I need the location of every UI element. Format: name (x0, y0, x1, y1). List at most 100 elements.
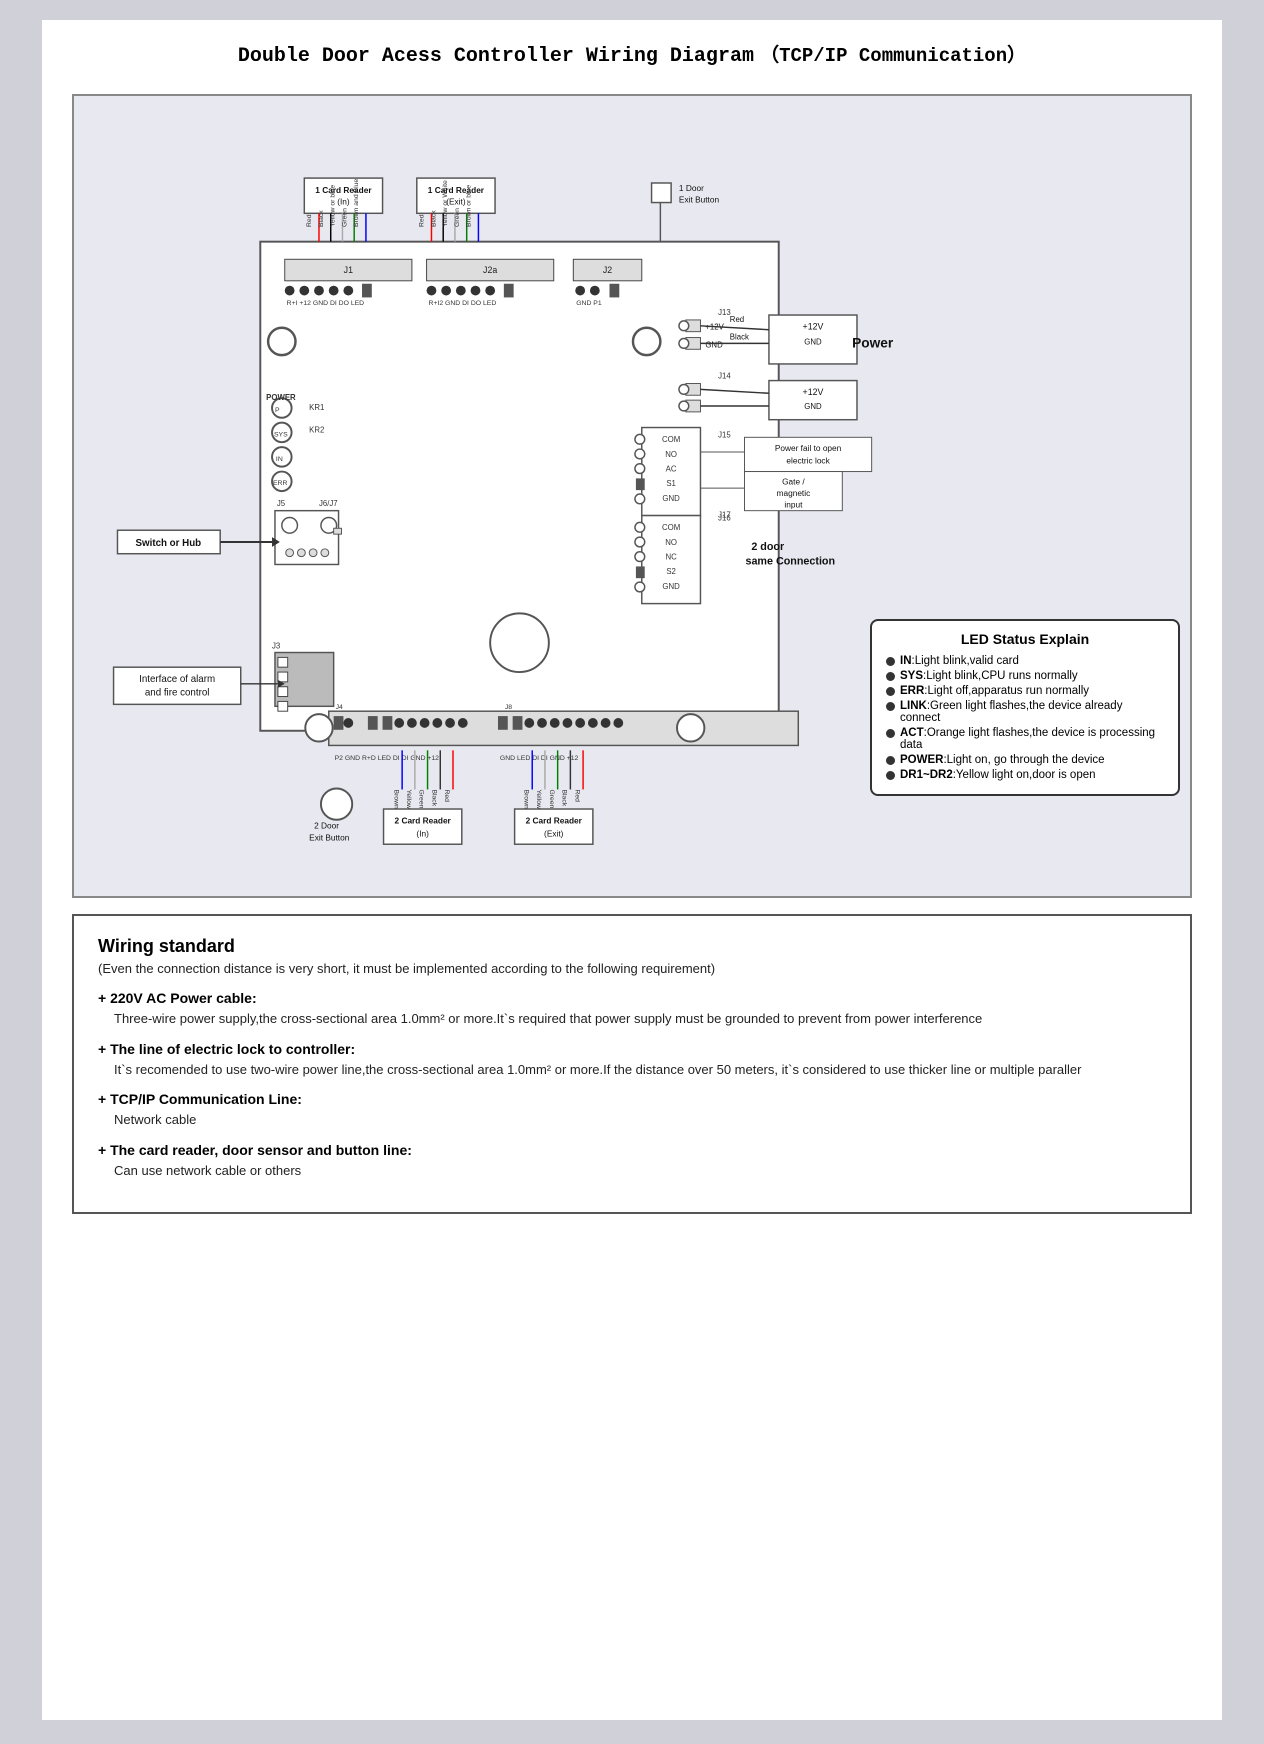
led-dot-in (886, 657, 895, 666)
svg-text:Interface of alarm: Interface of alarm (139, 674, 215, 685)
svg-text:Red: Red (306, 214, 313, 227)
svg-text:Red: Red (443, 789, 450, 802)
diagram-section: J1 R+I +12 GND DI DO LED J2a R+I2 GND (72, 94, 1192, 898)
svg-text:Yellow or White: Yellow or White (442, 180, 449, 227)
led-dot-err (886, 687, 895, 696)
led-dot-link (886, 702, 895, 711)
svg-text:COM: COM (662, 435, 680, 444)
svg-text:(Exit): (Exit) (544, 828, 564, 838)
wiring-item-header-card-reader: + The card reader, door sensor and butto… (98, 1142, 1166, 1158)
svg-text:J2a: J2a (483, 265, 497, 275)
svg-text:J14: J14 (718, 372, 731, 381)
wiring-item-body-lock: It`s recomended to use two-wire power li… (114, 1060, 1166, 1080)
svg-text:Green: Green (418, 789, 425, 808)
svg-text:SYS: SYS (274, 431, 288, 438)
led-dot-power (886, 756, 895, 765)
svg-text:J1: J1 (344, 265, 353, 275)
svg-text:Black: Black (430, 789, 437, 806)
svg-text:Exit Button: Exit Button (679, 195, 720, 205)
svg-text:Brown or blue: Brown or blue (466, 185, 473, 227)
svg-text:GND: GND (804, 337, 822, 346)
svg-text:J2: J2 (603, 265, 612, 275)
wiring-item-body-card-reader: Can use network cable or others (114, 1161, 1166, 1181)
led-dot-dr (886, 771, 895, 780)
main-title: Double Door Acess Controller Wiring Diag… (72, 40, 1192, 68)
svg-text:Black: Black (430, 210, 437, 227)
svg-text:Black: Black (318, 210, 325, 227)
svg-text:J6/J7: J6/J7 (319, 499, 338, 508)
svg-text:(Exit): (Exit) (446, 197, 466, 207)
svg-text:Brown and Blue: Brown and Blue (353, 179, 360, 227)
svg-text:GND: GND (705, 340, 723, 349)
wiring-standard-section: Wiring standard (Even the connection dis… (72, 914, 1192, 1214)
svg-text:GND P1: GND P1 (576, 300, 602, 307)
svg-text:Black: Black (730, 332, 749, 341)
svg-text:Green: Green (454, 208, 461, 227)
svg-text:J15: J15 (718, 430, 731, 439)
led-item: POWER:Light on, go through the device (886, 754, 1164, 766)
wiring-item-electric-lock: + The line of electric lock to controlle… (98, 1041, 1166, 1080)
svg-text:2 door: 2 door (751, 541, 785, 553)
svg-text:Red: Red (419, 214, 426, 227)
svg-text:NC: NC (665, 553, 677, 562)
svg-text:Yellow or blue: Yellow or blue (330, 185, 337, 227)
svg-text:Gate /: Gate / (782, 476, 805, 486)
svg-text:2 Door: 2 Door (314, 821, 339, 831)
svg-text:J3: J3 (272, 642, 280, 651)
svg-text:magnetic: magnetic (777, 488, 811, 498)
svg-text:input: input (784, 500, 803, 510)
svg-text:P: P (275, 407, 280, 414)
svg-text:GND: GND (662, 494, 680, 503)
svg-text:Power: Power (852, 335, 894, 350)
page-container: Double Door Acess Controller Wiring Diag… (42, 20, 1222, 1720)
svg-text:R+I2 GND DI DO LED: R+I2 GND DI DO LED (429, 300, 497, 307)
wiring-item-card-reader: + The card reader, door sensor and butto… (98, 1142, 1166, 1181)
wiring-item-header-tcpip: + TCP/IP Communication Line: (98, 1091, 1166, 1107)
svg-text:(In): (In) (416, 828, 429, 838)
svg-text:NO: NO (665, 538, 677, 547)
svg-text:P2 GND R+D LED DI DI GND +: P2 GND R+D LED DI DI GND +12 (335, 755, 440, 762)
led-dot-act (886, 729, 895, 738)
wiring-standard-subtitle: (Even the connection distance is very sh… (98, 961, 1166, 976)
svg-text:and fire control: and fire control (145, 688, 210, 699)
wiring-item-header-lock: + The line of electric lock to controlle… (98, 1041, 1166, 1057)
svg-text:Green: Green (548, 789, 555, 808)
wiring-standard-title: Wiring standard (98, 936, 1166, 957)
svg-text:J5: J5 (277, 499, 286, 508)
svg-text:Exit Button: Exit Button (309, 832, 350, 842)
wiring-item-power-cable: + 220V AC Power cable: Three-wire power … (98, 990, 1166, 1029)
svg-text:AC: AC (666, 465, 677, 474)
svg-text:electric lock: electric lock (786, 456, 830, 466)
svg-text:(In): (In) (337, 197, 350, 207)
svg-text:J4: J4 (336, 704, 343, 711)
svg-text:POWER: POWER (266, 393, 296, 402)
svg-text:+12V: +12V (803, 322, 824, 332)
svg-text:S2: S2 (666, 567, 676, 576)
svg-text:J13: J13 (718, 308, 731, 317)
led-item: DR1~DR2:Yellow light on,door is open (886, 769, 1164, 781)
led-item: ERR:Light off,apparatus run normally (886, 685, 1164, 697)
svg-text:ERR: ERR (273, 480, 287, 487)
led-status-title: LED Status Explain (886, 631, 1164, 647)
led-dot-sys (886, 672, 895, 681)
svg-text:Power fail to open: Power fail to open (775, 443, 842, 453)
svg-text:Green: Green (341, 208, 348, 227)
svg-text:NO: NO (665, 450, 677, 459)
wiring-item-header-power: + 220V AC Power cable: (98, 990, 1166, 1006)
led-status-box: LED Status Explain IN:Light blink,valid … (870, 619, 1180, 796)
svg-text:GND: GND (804, 402, 822, 411)
svg-text:Red: Red (730, 315, 744, 324)
svg-text:GND LED DI DI GND +12: GND LED DI DI GND +12 (500, 755, 579, 762)
svg-text:KR1: KR1 (309, 403, 324, 412)
svg-text:R+I +12 GND DI DO LED: R+I +12 GND DI DO LED (287, 300, 364, 307)
svg-text:COM: COM (662, 523, 680, 532)
led-item: IN:Light blink,valid card (886, 655, 1164, 667)
led-item: SYS:Light blink,CPU runs normally (886, 670, 1164, 682)
svg-text:KR2: KR2 (309, 425, 324, 434)
wiring-item-tcpip: + TCP/IP Communication Line: Network cab… (98, 1091, 1166, 1130)
svg-text:Switch or Hub: Switch or Hub (136, 538, 202, 549)
wiring-item-body-tcpip: Network cable (114, 1110, 1166, 1130)
title-text: Double Door Acess Controller Wiring Diag… (238, 45, 754, 68)
svg-text:1 Card Reader: 1 Card Reader (428, 185, 485, 195)
svg-text:+12V: +12V (803, 387, 824, 397)
